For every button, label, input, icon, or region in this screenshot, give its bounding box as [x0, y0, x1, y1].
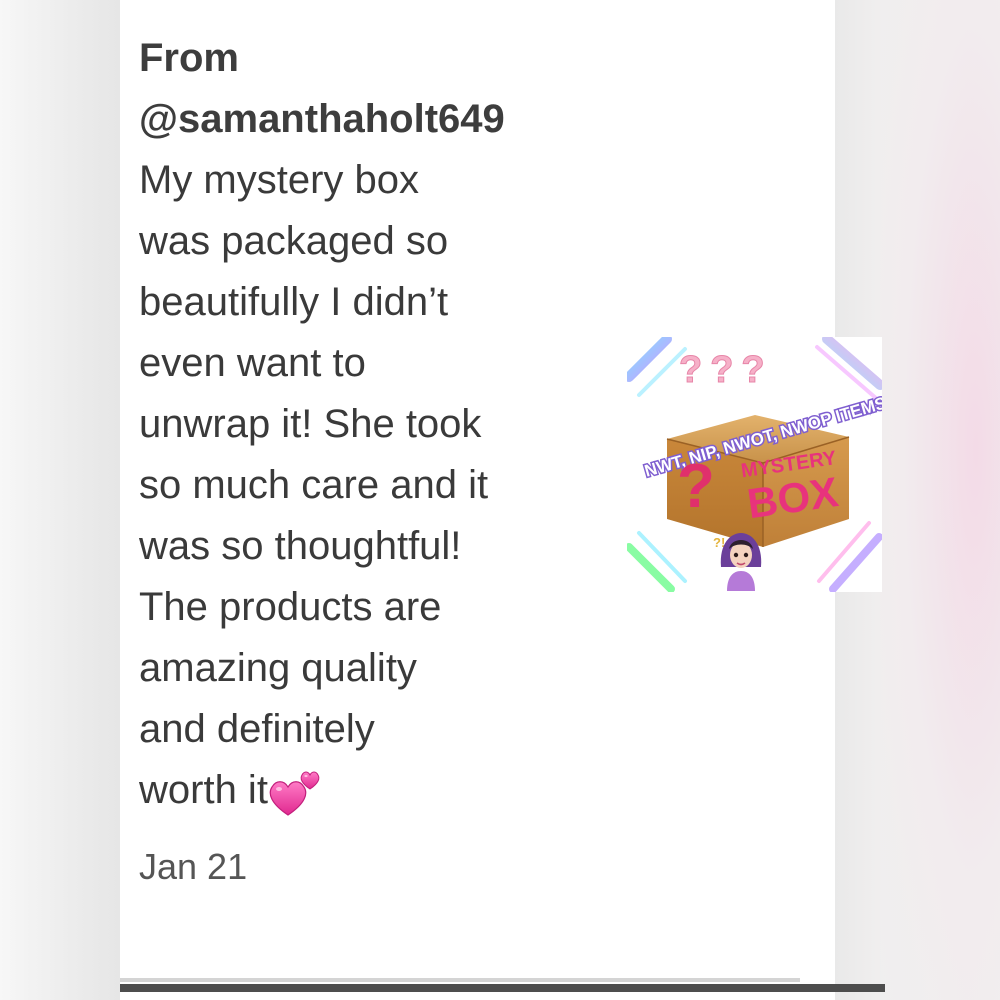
background-right-edge — [880, 0, 1000, 1000]
mystery-box-thumbnail[interactable]: ??? NWT, NIP, NWOT, NWOP ITEMS ? MYSTERY… — [627, 337, 882, 592]
review-text: My mystery box was packaged so beautiful… — [139, 158, 489, 816]
mystery-box-image: ??? NWT, NIP, NWOT, NWOP ITEMS ? MYSTERY… — [627, 337, 882, 592]
two-hearts-icon — [268, 767, 328, 817]
review-date: Jan 21 — [139, 846, 248, 887]
side-question-mark: ? — [677, 452, 715, 521]
bottom-divider — [120, 984, 885, 992]
review-body: My mystery box was packaged so beautiful… — [139, 158, 489, 812]
question-marks-text: ??? — [679, 349, 773, 391]
divider-shadow — [120, 978, 800, 982]
background-left — [0, 0, 120, 1000]
from-label: From — [139, 36, 239, 80]
reviewer-username[interactable]: @samanthaholt649 — [139, 89, 579, 150]
review-content: From @samanthaholt649 My mystery box was… — [139, 28, 579, 821]
